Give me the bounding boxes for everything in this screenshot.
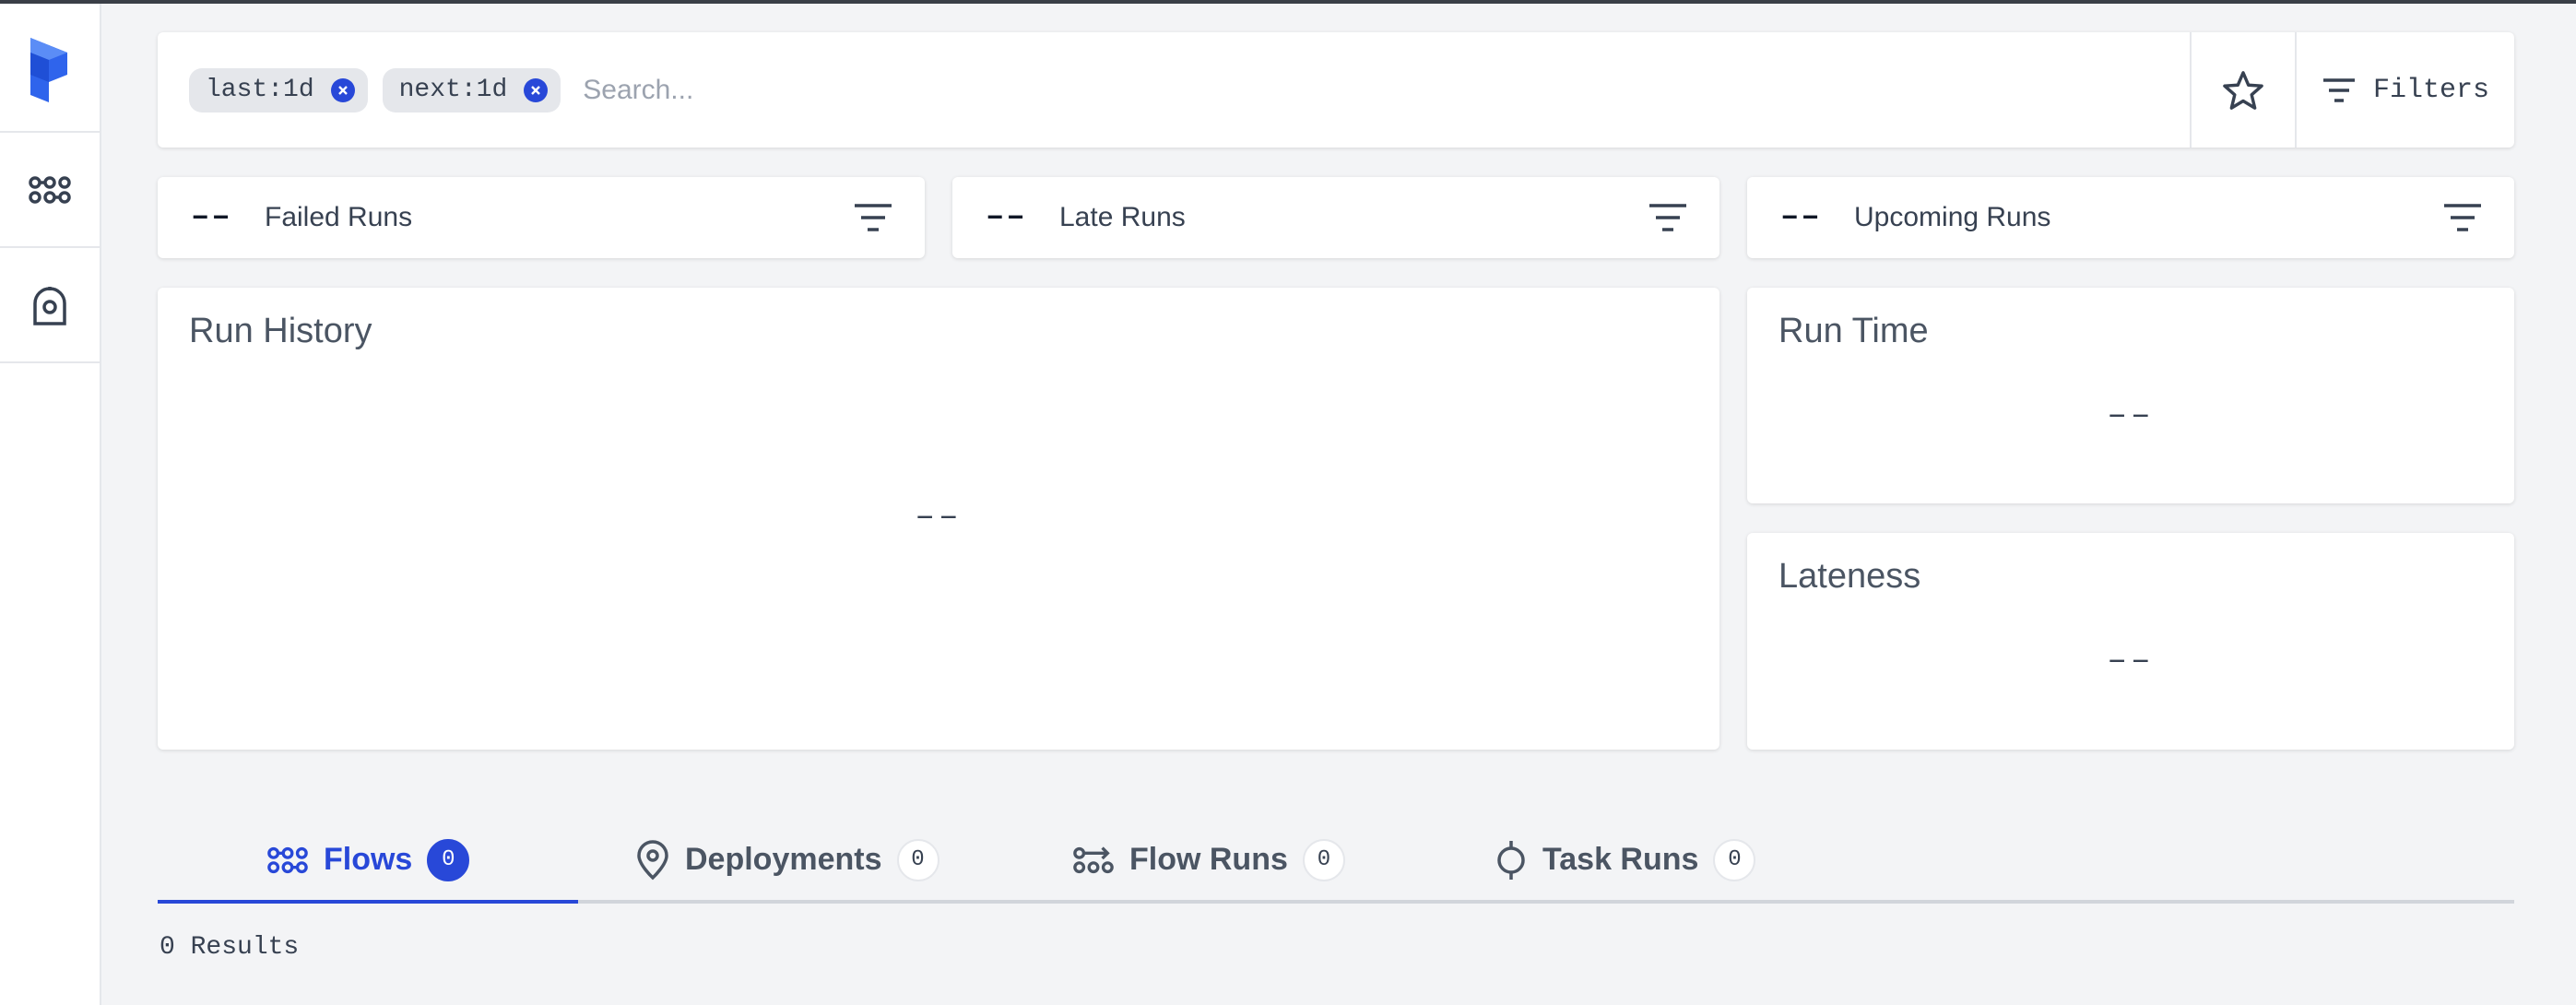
panel-empty-value: ––: [915, 498, 963, 536]
count-badge: 0: [896, 838, 939, 881]
results-count: 0 Results: [160, 933, 300, 962]
remove-tag-icon[interactable]: [330, 77, 355, 102]
filter-tag-label: last:1d: [206, 76, 314, 104]
tab-label: Flows: [324, 842, 413, 877]
tab-bar: Flows 0 Deployments 0 Flow Runs 0 Task R…: [158, 816, 2514, 904]
tab-label: Task Runs: [1542, 842, 1699, 877]
tab-flow-runs[interactable]: Flow Runs 0: [1072, 816, 1345, 904]
count-badge: 0: [1713, 838, 1756, 881]
filter-icon[interactable]: [2442, 203, 2483, 232]
stat-label: Late Runs: [1059, 202, 1186, 232]
stat-label: Upcoming Runs: [1854, 202, 2051, 232]
stat-label: Failed Runs: [265, 202, 413, 232]
tab-flows[interactable]: Flows 0: [266, 816, 470, 904]
active-tab-indicator: [158, 900, 578, 904]
lateness-panel: Lateness ––: [1747, 533, 2514, 750]
search-area: last:1d next:1d: [158, 32, 2190, 148]
sidebar-item-flows[interactable]: [0, 133, 100, 248]
filter-tag-label: next:1d: [398, 76, 508, 104]
stat-value: ––: [191, 200, 232, 235]
flow-runs-icon: [1073, 845, 1114, 873]
search-bar: last:1d next:1d Filters: [158, 32, 2514, 148]
search-input[interactable]: [583, 74, 1690, 106]
flows-icon: [267, 846, 308, 873]
sidebar: [0, 4, 101, 1005]
sidebar-item-work-queues[interactable]: [0, 248, 100, 363]
star-icon: [2223, 70, 2263, 110]
panel-title: Run History: [189, 312, 372, 350]
filter-tag-next: next:1d: [382, 67, 561, 112]
logo-cell[interactable]: [0, 4, 100, 133]
stat-value: ––: [986, 200, 1027, 235]
panel-title: Run Time: [1778, 312, 1929, 350]
flows-icon: [29, 175, 71, 204]
tab-label: Deployments: [685, 842, 882, 877]
tab-task-runs[interactable]: Task Runs 0: [1495, 816, 1756, 904]
filter-tag-last: last:1d: [189, 67, 368, 112]
run-time-panel: Run Time ––: [1747, 288, 2514, 503]
filter-icon[interactable]: [1648, 203, 1688, 232]
panel-empty-value: ––: [2107, 396, 2155, 434]
task-runs-icon: [1497, 840, 1525, 880]
failed-runs-card: –– Failed Runs: [158, 177, 925, 258]
upcoming-runs-card: –– Upcoming Runs: [1747, 177, 2514, 258]
map-pin-icon: [637, 839, 668, 880]
count-badge: 0: [427, 838, 470, 881]
robot-icon: [33, 286, 66, 325]
stat-value: ––: [1780, 200, 1822, 235]
tab-label: Flow Runs: [1129, 842, 1288, 877]
late-runs-card: –– Late Runs: [952, 177, 1719, 258]
filters-label: Filters: [2372, 74, 2490, 106]
panel-empty-value: ––: [2107, 642, 2155, 680]
prefect-logo-icon: [30, 38, 67, 102]
filters-button[interactable]: Filters: [2295, 32, 2514, 148]
panel-title: Lateness: [1778, 557, 1921, 596]
run-history-panel: Run History ––: [158, 288, 1719, 750]
count-badge: 0: [1302, 838, 1345, 881]
window-top-border: [0, 0, 2576, 4]
filter-icon: [2322, 77, 2355, 102]
save-search-button[interactable]: [2190, 32, 2295, 148]
tab-deployments[interactable]: Deployments 0: [635, 816, 939, 904]
remove-tag-icon[interactable]: [524, 77, 549, 102]
filter-icon[interactable]: [853, 203, 893, 232]
